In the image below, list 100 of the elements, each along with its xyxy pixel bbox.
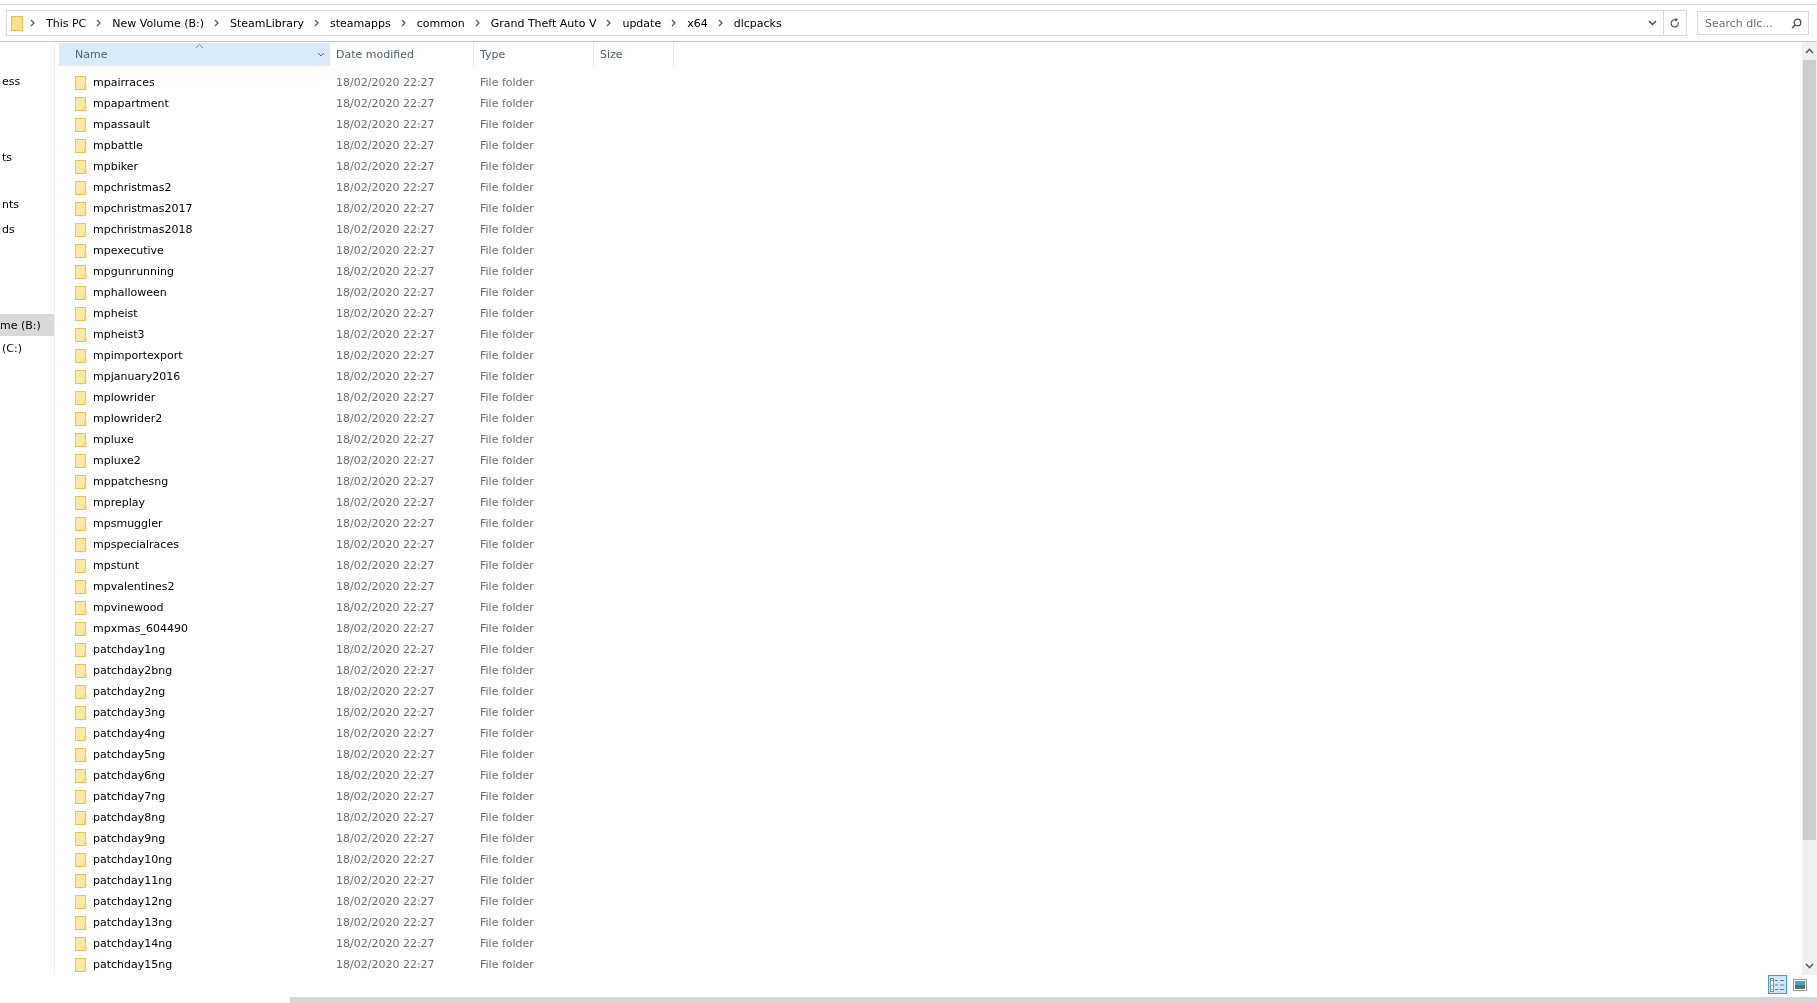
file-row[interactable]: mpspecialraces 18/02/2020 22:27 File folder — [59, 534, 1802, 555]
file-name: patchday10ng — [93, 853, 173, 866]
file-name: patchday3ng — [93, 706, 166, 719]
date-cell-text: 18/02/2020 22:27 — [335, 181, 436, 194]
file-row[interactable]: mpchristmas2 18/02/2020 22:27 File folder — [59, 177, 1802, 198]
breadcrumb-item[interactable]: SteamLibrary — [227, 14, 307, 32]
file-row[interactable]: patchday2bng 18/02/2020 22:27 File folder — [59, 660, 1802, 681]
date-cell-text: 18/02/2020 22:27 — [335, 76, 436, 89]
folder-icon — [75, 831, 87, 846]
folder-icon — [75, 306, 87, 321]
file-row[interactable]: patchday7ng 18/02/2020 22:27 File folder — [59, 786, 1802, 807]
vertical-scrollbar[interactable] — [1802, 42, 1817, 975]
date-cell-text: 18/02/2020 22:27 — [335, 937, 436, 950]
navigation-item[interactable]: ds — [0, 218, 54, 240]
breadcrumb-item[interactable]: x64 — [684, 14, 711, 32]
breadcrumb-item[interactable]: This PC — [43, 14, 90, 32]
scrollbar-thumb[interactable] — [1803, 60, 1816, 840]
scroll-up-icon[interactable] — [1805, 48, 1814, 54]
file-row[interactable]: mplowrider2 18/02/2020 22:27 File folder — [59, 408, 1802, 429]
file-row[interactable]: mpluxe 18/02/2020 22:27 File folder — [59, 429, 1802, 450]
file-row[interactable]: mphalloween 18/02/2020 22:27 File folder — [59, 282, 1802, 303]
file-row[interactable]: mpapartment 18/02/2020 22:27 File folder — [59, 93, 1802, 114]
file-row[interactable]: patchday4ng 18/02/2020 22:27 File folder — [59, 723, 1802, 744]
date-cell-text: 18/02/2020 22:27 — [335, 580, 436, 593]
file-row[interactable]: patchday6ng 18/02/2020 22:27 File folder — [59, 765, 1802, 786]
file-row[interactable]: mpheist 18/02/2020 22:27 File folder — [59, 303, 1802, 324]
date-cell-text: 18/02/2020 22:27 — [335, 853, 436, 866]
file-row[interactable]: patchday5ng 18/02/2020 22:27 File folder — [59, 744, 1802, 765]
file-row[interactable]: patchday12ng 18/02/2020 22:27 File folder — [59, 891, 1802, 912]
file-row[interactable]: mpxmas_604490 18/02/2020 22:27 File folder — [59, 618, 1802, 639]
folder-icon — [11, 15, 23, 31]
folder-icon — [75, 936, 87, 951]
file-row[interactable]: mplowrider 18/02/2020 22:27 File folder — [59, 387, 1802, 408]
breadcrumb-item[interactable]: steamapps — [327, 14, 394, 32]
file-row[interactable]: mpairraces 18/02/2020 22:27 File folder — [59, 72, 1802, 93]
file-row[interactable]: patchday2ng 18/02/2020 22:27 File folder — [59, 681, 1802, 702]
folder-icon — [75, 432, 87, 447]
file-row[interactable]: mpstunt 18/02/2020 22:27 File folder — [59, 555, 1802, 576]
type-cell-text: File folder — [479, 265, 535, 278]
file-row[interactable]: patchday9ng 18/02/2020 22:27 File folder — [59, 828, 1802, 849]
breadcrumb-item[interactable]: common — [413, 14, 468, 32]
refresh-icon — [1670, 17, 1680, 29]
navigation-item[interactable]: me (B:) — [0, 314, 54, 336]
column-header[interactable]: Name — [59, 43, 330, 66]
navigation-item[interactable]: ts — [0, 146, 54, 168]
file-row[interactable]: mpchristmas2017 18/02/2020 22:27 File folder — [59, 198, 1802, 219]
file-row[interactable]: patchday10ng 18/02/2020 22:27 File folder — [59, 849, 1802, 870]
file-row[interactable]: mpsmuggler 18/02/2020 22:27 File folder — [59, 513, 1802, 534]
type-cell-text: File folder — [479, 370, 535, 383]
breadcrumb-item[interactable]: Grand Theft Auto V — [487, 14, 600, 32]
type-cell-text: File folder — [479, 853, 535, 866]
breadcrumb-item[interactable]: New Volume (B:) — [109, 14, 208, 32]
breadcrumb-item[interactable]: dlcpacks — [730, 14, 785, 32]
type-cell-text: File folder — [479, 811, 535, 824]
file-row[interactable]: mpgunrunning 18/02/2020 22:27 File folder — [59, 261, 1802, 282]
file-row[interactable]: mpchristmas2018 18/02/2020 22:27 File folder — [59, 219, 1802, 240]
file-name: mphalloween — [93, 286, 167, 299]
chevron-right-icon — [474, 19, 481, 27]
file-row[interactable]: mpassault 18/02/2020 22:27 File folder — [59, 114, 1802, 135]
file-row[interactable]: mpvinewood 18/02/2020 22:27 File folder — [59, 597, 1802, 618]
file-row[interactable]: mpvalentines2 18/02/2020 22:27 File folder — [59, 576, 1802, 597]
folder-icon — [75, 390, 87, 405]
scroll-down-icon[interactable] — [1805, 963, 1814, 969]
file-row[interactable]: mpbiker 18/02/2020 22:27 File folder — [59, 156, 1802, 177]
column-header[interactable]: Size — [594, 43, 674, 66]
chevron-down-icon[interactable] — [317, 52, 325, 58]
file-row[interactable]: patchday11ng 18/02/2020 22:27 File folder — [59, 870, 1802, 891]
file-name: patchday12ng — [93, 895, 173, 908]
folder-icon — [75, 915, 87, 930]
navigation-item[interactable]: nts — [0, 193, 54, 215]
view-button[interactable] — [1768, 975, 1787, 994]
search-field[interactable]: Search dlc... — [1697, 11, 1809, 35]
column-header[interactable]: Type — [474, 43, 594, 66]
type-cell-text: File folder — [479, 307, 535, 320]
file-row[interactable]: patchday15ng 18/02/2020 22:27 File folder — [59, 954, 1802, 975]
file-row[interactable]: patchday13ng 18/02/2020 22:27 File folder — [59, 912, 1802, 933]
date-cell-text: 18/02/2020 22:27 — [335, 412, 436, 425]
column-header[interactable]: Date modified — [330, 43, 474, 66]
file-row[interactable]: mpexecutive 18/02/2020 22:27 File folder — [59, 240, 1802, 261]
file-row[interactable]: patchday14ng 18/02/2020 22:27 File folder — [59, 933, 1802, 954]
file-row[interactable]: patchday8ng 18/02/2020 22:27 File folder — [59, 807, 1802, 828]
navigation-item[interactable]: ess — [0, 70, 54, 92]
file-row[interactable]: mppatchesng 18/02/2020 22:27 File folder — [59, 471, 1802, 492]
file-name: mpspecialraces — [93, 538, 179, 551]
file-row[interactable]: mpjanuary2016 18/02/2020 22:27 File folder — [59, 366, 1802, 387]
navigation-item[interactable]: (C:) — [0, 337, 54, 359]
breadcrumb-item[interactable]: update — [619, 14, 665, 32]
file-row[interactable]: mpreplay 18/02/2020 22:27 File folder — [59, 492, 1802, 513]
type-cell-text: File folder — [479, 958, 535, 971]
file-row[interactable]: patchday1ng 18/02/2020 22:27 File folder — [59, 639, 1802, 660]
file-row[interactable]: mpimportexport 18/02/2020 22:27 File folder — [59, 345, 1802, 366]
horizontal-scrollbar[interactable] — [290, 997, 1817, 1003]
file-row[interactable]: patchday3ng 18/02/2020 22:27 File folder — [59, 702, 1802, 723]
file-row[interactable]: mpluxe2 18/02/2020 22:27 File folder — [59, 450, 1802, 471]
folder-icon — [75, 537, 87, 552]
file-row[interactable]: mpbattle 18/02/2020 22:27 File folder — [59, 135, 1802, 156]
date-cell-text: 18/02/2020 22:27 — [335, 517, 436, 530]
address-bar[interactable]: This PC New Volume (B:) SteamLibrary steamapps common Grand Theft Auto V update x64 dlcpacks — [6, 10, 1687, 36]
date-cell-text: 18/02/2020 22:27 — [335, 559, 436, 572]
file-row[interactable]: mpheist3 18/02/2020 22:27 File folder — [59, 324, 1802, 345]
